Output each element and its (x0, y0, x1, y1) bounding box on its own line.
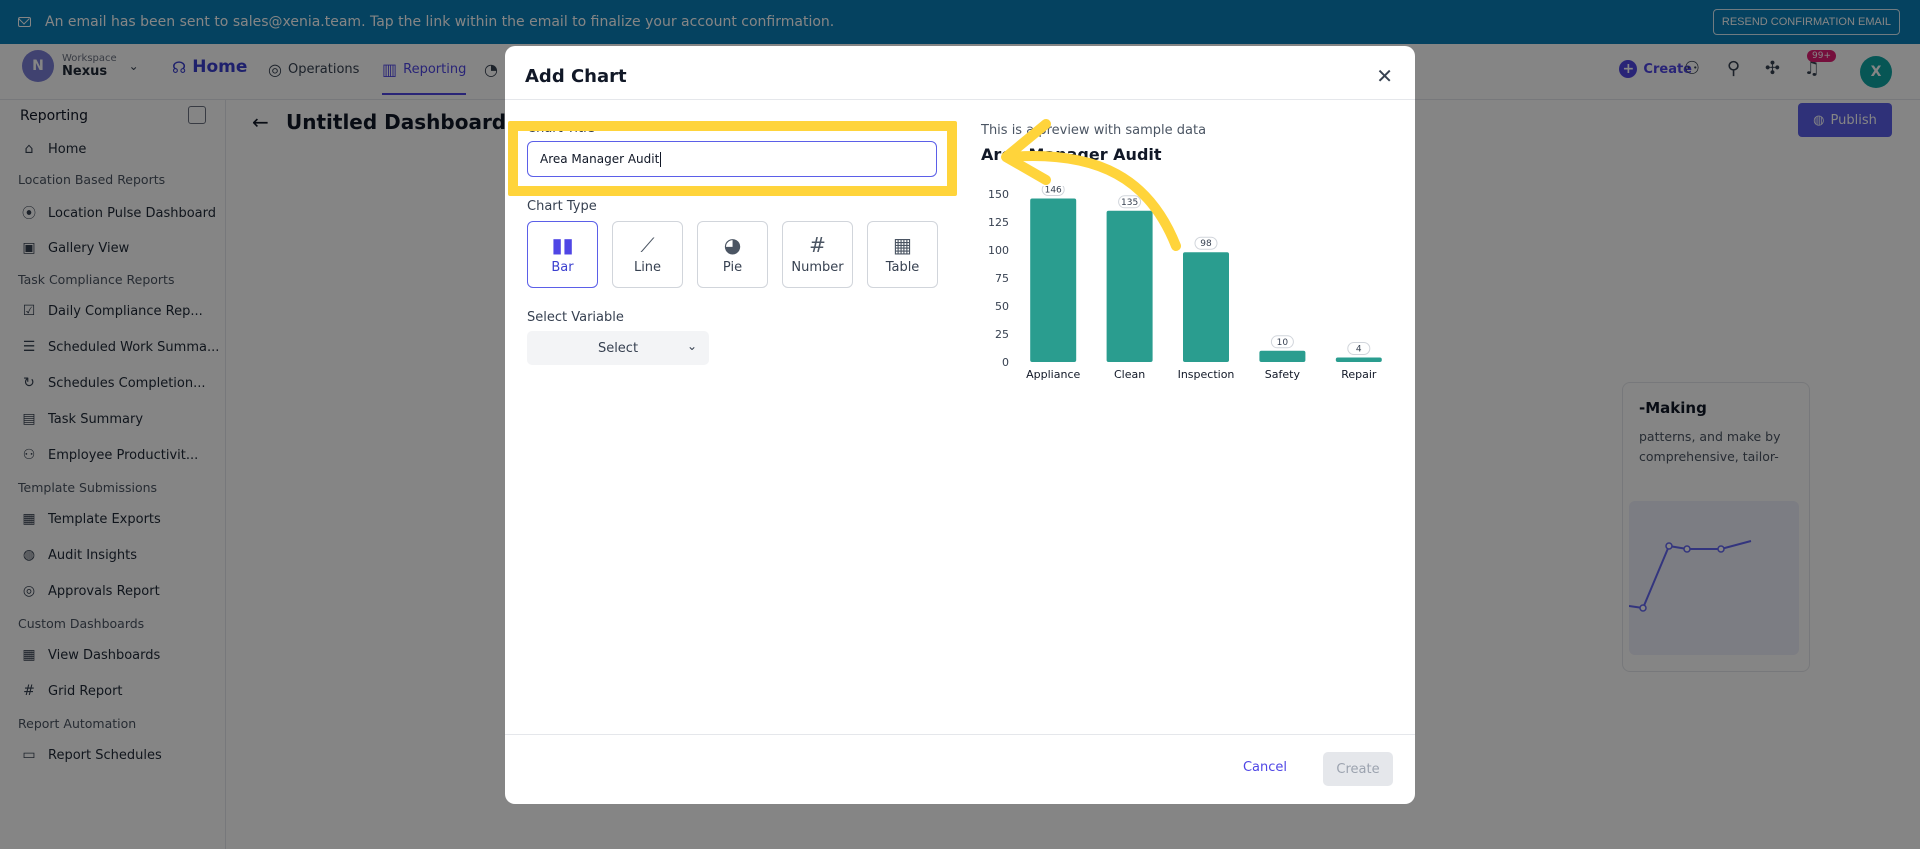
preview-chart-title: Area Manager Audit (981, 145, 1162, 164)
x-tick-label: Repair (1341, 368, 1377, 381)
data-label: 10 (1277, 338, 1289, 348)
modal-header: Add Chart ✕ (505, 46, 1415, 100)
chart-type-number[interactable]: # Number (782, 221, 853, 288)
create-chart-button[interactable]: Create (1323, 752, 1393, 786)
chart-type-label-text: Number (791, 260, 844, 275)
chart-type-table[interactable]: ▦ Table (867, 221, 938, 288)
data-label: 146 (1045, 186, 1062, 195)
bar (1030, 198, 1077, 362)
chart-type-label-text: Bar (551, 260, 574, 275)
chart-type-bar[interactable]: ▮▮ Bar (527, 221, 598, 288)
variable-select[interactable]: Select ⌄ (527, 331, 709, 365)
y-tick-label: 50 (995, 300, 1009, 313)
y-tick-label: 150 (988, 188, 1009, 201)
pie-chart-icon: ◕ (723, 233, 742, 257)
chart-type-label-text: Table (885, 260, 920, 275)
bar (1335, 357, 1382, 362)
data-label: 98 (1200, 239, 1212, 249)
bar-chart-icon: ▮▮ (551, 233, 574, 257)
x-tick-label: Safety (1265, 368, 1301, 381)
table-icon: ▦ (893, 233, 912, 257)
chart-type-line[interactable]: ⟋ Line (612, 221, 683, 288)
bar (1259, 350, 1306, 362)
x-tick-label: Appliance (1026, 368, 1080, 381)
line-chart-icon: ⟋ (640, 233, 655, 257)
y-tick-label: 100 (988, 244, 1009, 257)
cancel-button[interactable]: Cancel (1243, 760, 1287, 775)
y-tick-label: 125 (988, 216, 1009, 229)
chart-type-options: ▮▮ Bar ⟋ Line ◕ Pie # Number ▦ Table (527, 221, 938, 288)
hash-icon: # (809, 233, 826, 257)
data-label: 135 (1121, 198, 1138, 208)
bar (1183, 252, 1229, 362)
chevron-down-icon: ⌄ (686, 339, 697, 353)
chart-type-label-text: Line (633, 260, 662, 275)
bar (1106, 210, 1153, 362)
modal-title: Add Chart (525, 66, 627, 87)
x-tick-label: Inspection (1178, 368, 1235, 381)
highlight-box (508, 121, 957, 196)
preview-note: This is a preview with sample data (981, 123, 1207, 138)
select-placeholder: Select (597, 340, 639, 356)
y-tick-label: 75 (995, 272, 1009, 285)
data-label: 4 (1356, 345, 1362, 355)
chart-type-label: Chart Type (527, 199, 597, 214)
x-tick-label: Clean (1114, 368, 1145, 381)
y-tick-label: 25 (995, 328, 1009, 341)
y-tick-label: 0 (1002, 356, 1009, 369)
preview-bar-chart: 0 25 50 75 100 125 150 146 Appliance 135 Clean 98 In… (988, 186, 1382, 381)
modal-footer-divider (505, 734, 1415, 735)
chart-type-label-text: Pie (722, 260, 743, 275)
close-icon[interactable]: ✕ (1376, 64, 1393, 88)
chart-type-pie[interactable]: ◕ Pie (697, 221, 768, 288)
select-variable-label: Select Variable (527, 310, 624, 325)
